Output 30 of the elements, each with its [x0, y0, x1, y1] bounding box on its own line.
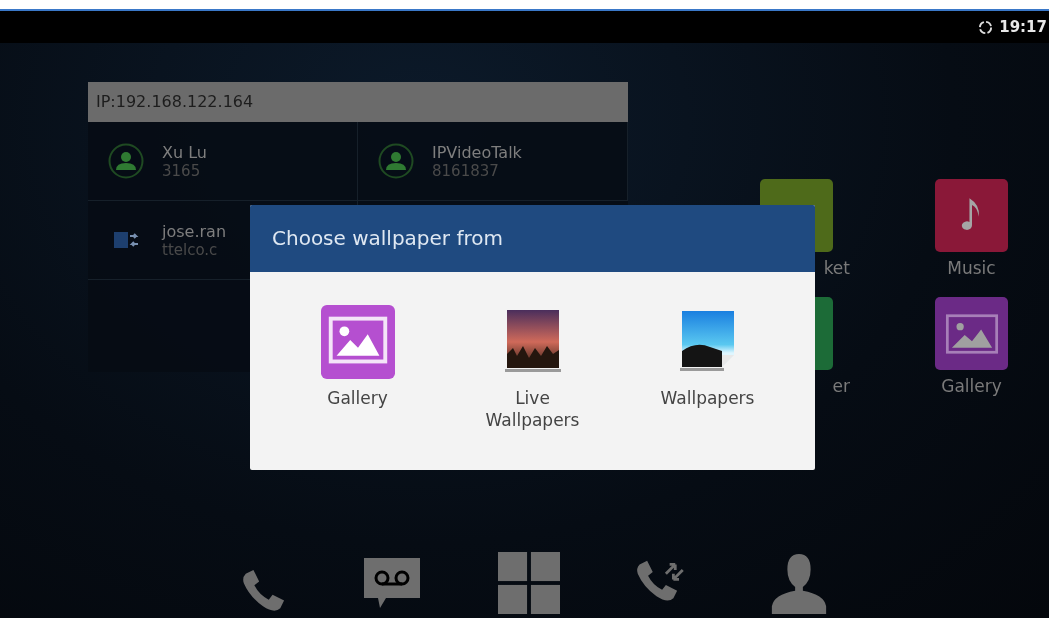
ip-address: IP:192.168.122.164 [88, 82, 628, 122]
clock-time: 19:17 [999, 18, 1047, 36]
gallery-icon [320, 305, 395, 379]
wallpaper-option[interactable]: Wallpapers [637, 305, 778, 431]
wallpaper-option[interactable]: Live Wallpapers [462, 305, 603, 431]
contact-number: 8161837 [432, 161, 500, 180]
contact-name: Xu Lu [162, 142, 207, 162]
app-icon[interactable] [935, 179, 1008, 252]
contact-number: ttelco.c [162, 240, 219, 259]
contact-number: 3165 [162, 161, 202, 180]
avatar-icon [108, 143, 144, 179]
option-label: Live Wallpapers [484, 387, 581, 431]
app-label: er [832, 376, 850, 396]
grid-icon[interactable] [498, 552, 560, 614]
app-label: Gallery [941, 376, 1002, 396]
dialog-title: Choose wallpaper from [250, 205, 815, 272]
contact-name: IPVideoTalk [432, 142, 522, 162]
contact-item[interactable]: IPVideoTalk 8161837 [358, 122, 628, 201]
sync-icon [978, 19, 994, 35]
app-label: ket [823, 258, 850, 278]
wallpaper-option[interactable]: Gallery [287, 305, 428, 431]
contact-item[interactable]: Xu Lu 3165 [88, 122, 358, 201]
contact-name: jose.ran [162, 221, 227, 241]
app-icon[interactable] [935, 297, 1008, 370]
image-icon [943, 312, 1000, 355]
phone-icon[interactable] [240, 568, 286, 614]
option-label: Gallery [326, 387, 389, 409]
app-label: Music [947, 258, 996, 278]
avatar-icon [378, 143, 414, 179]
option-label: Wallpapers [659, 387, 756, 409]
